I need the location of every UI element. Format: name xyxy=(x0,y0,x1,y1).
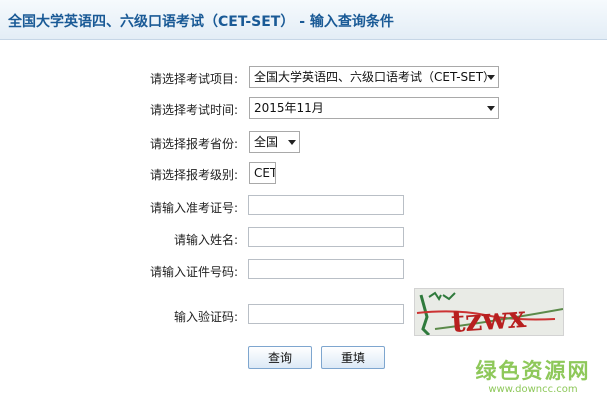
province-row: 请选择报考省份: 全国 xyxy=(0,131,607,155)
watermark: 绿色资源网 www.downcc.com xyxy=(468,358,598,396)
captcha-text: tzwx xyxy=(450,300,528,336)
exam-item-label: 请选择考试项目: xyxy=(149,72,238,86)
exam-item-row: 请选择考试项目: 全国大学英语四、六级口语考试（CET-SET） xyxy=(0,66,607,90)
level-row: 请选择报考级别: CET-SET xyxy=(0,162,607,186)
level-value: CET-SET xyxy=(254,166,276,180)
captcha-label: 输入验证码: xyxy=(173,310,238,324)
page-title: 全国大学英语四、六级口语考试（CET-SET） - 输入查询条件 xyxy=(8,14,394,30)
page-header: 全国大学英语四、六级口语考试（CET-SET） - 输入查询条件 xyxy=(0,0,607,40)
province-label: 请选择报考省份: xyxy=(149,137,238,151)
name-row: 请输入姓名: xyxy=(0,227,607,251)
chevron-down-icon xyxy=(487,106,495,111)
exam-time-row: 请选择考试时间: 2015年11月 xyxy=(0,97,607,121)
exam-time-label: 请选择考试时间: xyxy=(149,103,238,117)
province-select[interactable]: 全国 xyxy=(249,131,300,153)
name-input[interactable] xyxy=(248,227,404,247)
reset-button[interactable]: 重填 xyxy=(321,346,385,369)
ticket-number-row: 请输入准考证号: xyxy=(0,195,607,219)
province-value: 全国 xyxy=(254,135,279,149)
chevron-down-icon xyxy=(487,75,495,80)
id-number-label: 请输入证件号码: xyxy=(149,265,238,279)
ticket-number-input[interactable] xyxy=(248,195,404,215)
exam-time-select[interactable]: 2015年11月 xyxy=(249,97,499,119)
ticket-number-label: 请输入准考证号: xyxy=(149,201,238,215)
id-number-input[interactable] xyxy=(248,259,404,279)
exam-item-value: 全国大学英语四、六级口语考试（CET-SET） xyxy=(254,70,496,84)
name-label: 请输入姓名: xyxy=(173,233,238,247)
level-select[interactable]: CET-SET xyxy=(249,162,276,184)
chevron-down-icon xyxy=(288,140,296,145)
captcha-input[interactable] xyxy=(248,304,404,324)
watermark-url: www.downcc.com xyxy=(488,384,578,395)
id-number-row: 请输入证件号码: xyxy=(0,259,607,283)
exam-item-select[interactable]: 全国大学英语四、六级口语考试（CET-SET） xyxy=(249,66,499,88)
captcha-image[interactable]: tzwx xyxy=(414,288,564,336)
query-button[interactable]: 查询 xyxy=(248,346,312,369)
watermark-text: 绿色资源网 xyxy=(475,359,591,383)
exam-time-value: 2015年11月 xyxy=(254,101,324,115)
captcha-graphic: tzwx xyxy=(415,289,563,336)
level-label: 请选择报考级别: xyxy=(149,168,238,182)
